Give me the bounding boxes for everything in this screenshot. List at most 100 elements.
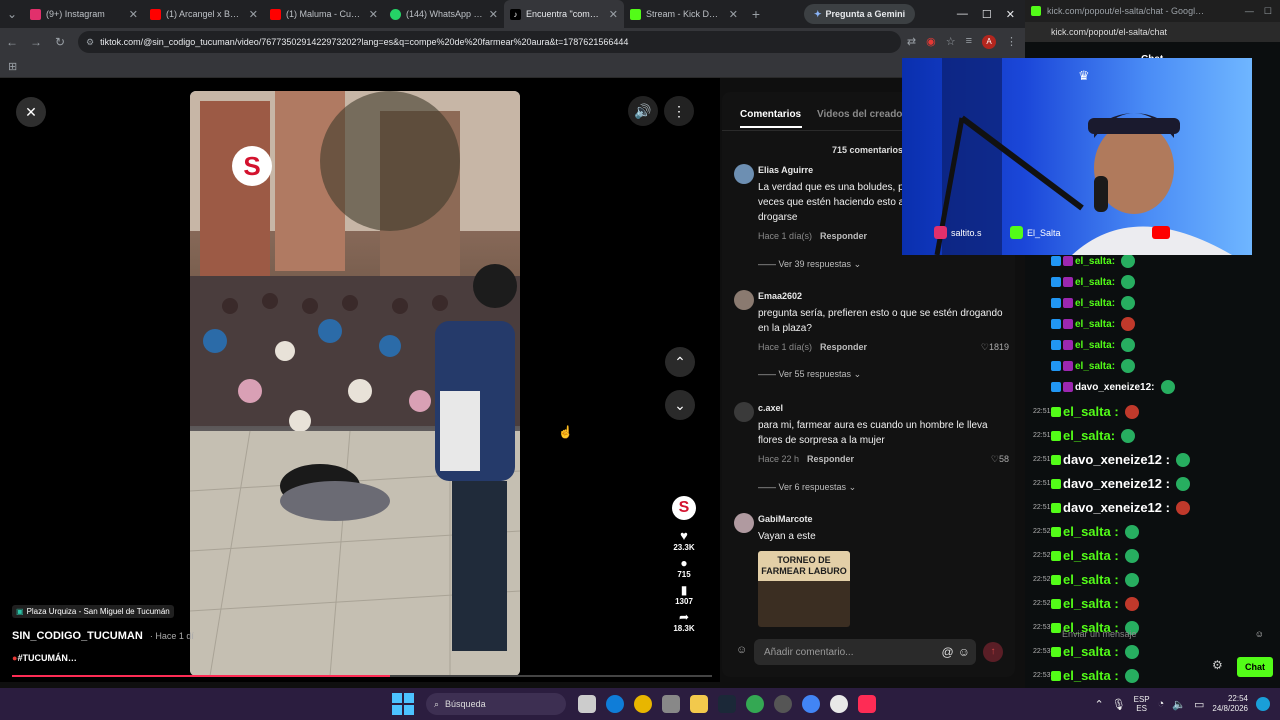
avatar[interactable] <box>734 402 754 422</box>
view-replies[interactable]: —— Ver 55 respuestas ⌄ <box>758 369 861 380</box>
send-comment-button[interactable]: ↑ <box>983 642 1003 662</box>
video-progress-bar[interactable] <box>12 675 712 677</box>
comment-likes[interactable]: ♡1819 <box>981 342 1009 353</box>
comment-input[interactable]: Añadir comentario... @ ☺ <box>754 639 976 665</box>
tab-instagram[interactable]: (9+) Instagram ✕ <box>24 0 144 28</box>
send-chat-button[interactable]: Chat <box>1237 657 1273 677</box>
site-info-icon[interactable]: ⚙ <box>86 37 94 48</box>
chat-username[interactable]: el_salta : <box>1063 668 1119 683</box>
chat-username[interactable]: davo_xeneize12: <box>1075 382 1155 393</box>
chat-settings-icon[interactable]: ⚙ <box>1212 658 1223 672</box>
previous-video-button[interactable]: ⌃ <box>665 347 695 377</box>
chat-input[interactable]: Enviar un mensaje ☺ <box>1040 624 1270 644</box>
tab-youtube-2[interactable]: (1) Maluma - Cuatro… ✕ <box>264 0 384 28</box>
chat-username[interactable]: davo_xeneize12 : <box>1063 452 1170 467</box>
next-video-button[interactable]: ⌄ <box>665 390 695 420</box>
steam-icon[interactable] <box>718 695 736 713</box>
battery-icon[interactable]: ▭ <box>1194 698 1204 711</box>
clock[interactable]: 22:54 24/8/2026 <box>1212 694 1248 714</box>
chrome-profile-icon[interactable] <box>746 695 764 713</box>
extension-icon[interactable]: ◉ <box>926 35 936 49</box>
maximize-icon[interactable]: ☐ <box>982 8 992 21</box>
hashtag-row[interactable]: ●#TUCUMÁN… <box>12 653 77 663</box>
edge-icon[interactable] <box>606 695 624 713</box>
avatar[interactable] <box>734 164 754 184</box>
chat-username[interactable]: el_salta: <box>1063 428 1115 443</box>
wifi-icon[interactable]: ◔ <box>1158 698 1165 710</box>
reply-button[interactable]: Responder <box>820 342 867 352</box>
volume-icon[interactable]: 🔊 <box>628 96 658 126</box>
comment-icon[interactable]: ● <box>668 556 700 570</box>
obs-icon[interactable] <box>774 695 792 713</box>
chat-username[interactable]: davo_xeneize12 : <box>1063 476 1170 491</box>
share-icon[interactable]: ➦ <box>668 610 700 624</box>
task-view-icon[interactable] <box>578 695 596 713</box>
apps-grid-icon[interactable]: ⊞ <box>8 60 17 73</box>
view-replies[interactable]: —— Ver 39 respuestas ⌄ <box>758 259 861 270</box>
volume-tray-icon[interactable]: 🔈 <box>1172 698 1186 711</box>
bookmark-star-icon[interactable]: ☆ <box>946 35 956 49</box>
close-tab-icon[interactable]: ✕ <box>369 8 378 21</box>
minimize-icon[interactable]: — <box>957 8 968 21</box>
close-video-icon[interactable]: ✕ <box>16 97 46 127</box>
chat-username[interactable]: el_salta: <box>1075 256 1115 267</box>
url-bar[interactable]: ⚙ tiktok.com/@sin_codigo_tucuman/video/7… <box>78 31 901 53</box>
chat-username[interactable]: el_salta: <box>1075 361 1115 372</box>
chrome-icon[interactable] <box>634 695 652 713</box>
view-replies[interactable]: —— Ver 6 respuestas ⌄ <box>758 482 856 493</box>
back-icon[interactable]: ← <box>0 35 24 49</box>
close-window-icon[interactable]: ✕ <box>1006 8 1015 21</box>
chat-username[interactable]: el_salta : <box>1063 524 1119 539</box>
file-explorer-icon[interactable] <box>690 695 708 713</box>
profile-avatar[interactable]: A <box>982 35 996 49</box>
reply-button[interactable]: Responder <box>807 454 854 464</box>
tab-youtube-1[interactable]: (1) Arcangel x Bad B… ✕ <box>144 0 264 28</box>
comment-author[interactable]: Emaa2602 <box>758 291 802 301</box>
gemini-button[interactable]: ✦ Pregunta a Gemini <box>804 4 916 24</box>
start-icon[interactable] <box>392 693 414 715</box>
language-indicator[interactable]: ESP ES <box>1134 695 1150 713</box>
author-name[interactable]: SIN_CODIGO_TUCUMAN <box>12 630 143 642</box>
chat-username[interactable]: el_salta : <box>1063 644 1119 659</box>
mic-icon[interactable]: 🎙 <box>1112 698 1126 711</box>
reply-button[interactable]: Responder <box>820 231 867 241</box>
minimize-icon[interactable]: — <box>1245 6 1254 17</box>
tiktok-app-icon[interactable] <box>858 695 876 713</box>
tab-tiktok[interactable]: ♪ Encuentra "compe… ✕ <box>504 0 624 28</box>
tab-comments[interactable]: Comentarios <box>740 109 801 120</box>
new-tab-button[interactable]: + <box>744 6 768 22</box>
emoji-icon[interactable]: ☺ <box>958 645 970 659</box>
close-tab-icon[interactable]: ✕ <box>609 8 618 21</box>
chat-username[interactable]: el_salta : <box>1063 548 1119 563</box>
location-tag[interactable]: ▣ Plaza Urquiza - San Miguel de Tucumán <box>12 605 174 618</box>
chat-username[interactable]: davo_xeneize12 : <box>1063 500 1170 515</box>
comment-author[interactable]: c.axel <box>758 403 783 413</box>
chat-username[interactable]: el_salta : <box>1063 404 1119 419</box>
tray-chevron-icon[interactable]: ⌃ <box>1094 698 1103 711</box>
close-tab-icon[interactable]: ✕ <box>129 8 138 21</box>
maximize-icon[interactable]: ☐ <box>1264 6 1272 17</box>
comment-image[interactable]: TORNEO DE FARMEAR LABURO <box>758 551 850 627</box>
close-tab-icon[interactable]: ✕ <box>729 8 738 21</box>
media-icon[interactable]: ≡ <box>966 35 972 49</box>
store-icon[interactable] <box>662 695 680 713</box>
menu-icon[interactable]: ⋮ <box>1006 35 1017 49</box>
translate-icon[interactable]: ⇄ <box>907 35 916 49</box>
close-tab-icon[interactable]: ✕ <box>249 8 258 21</box>
mention-icon[interactable]: @ <box>942 645 954 659</box>
chat-username[interactable]: el_salta : <box>1063 572 1119 587</box>
tab-whatsapp[interactable]: (144) WhatsApp Bus… ✕ <box>384 0 504 28</box>
tab-creator-videos[interactable]: Videos del creador <box>817 109 906 120</box>
chrome-alt-icon[interactable] <box>802 695 820 713</box>
chat-username[interactable]: el_salta : <box>1063 596 1119 611</box>
video-player[interactable]: S <box>190 91 520 676</box>
reload-icon[interactable]: ↻ <box>48 35 72 49</box>
like-icon[interactable]: ♥ <box>668 528 700 543</box>
save-icon[interactable]: ▮ <box>668 583 700 597</box>
close-tab-icon[interactable]: ✕ <box>489 8 498 21</box>
kick-address-bar[interactable]: kick.com/popout/el-salta/chat <box>1025 22 1280 42</box>
chat-username[interactable]: el_salta: <box>1075 319 1115 330</box>
avatar[interactable] <box>734 513 754 533</box>
app-icon[interactable] <box>830 695 848 713</box>
forward-icon[interactable]: → <box>24 35 48 49</box>
